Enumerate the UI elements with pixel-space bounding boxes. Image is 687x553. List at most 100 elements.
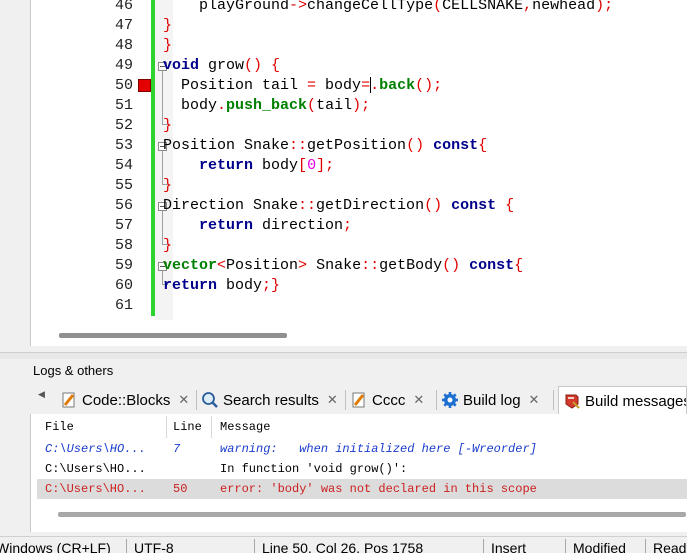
code-token: newhead bbox=[532, 0, 596, 14]
message-row-info[interactable]: C:\Users\HO... In function 'void grow()'… bbox=[37, 459, 687, 479]
message-file: C:\Users\HO... bbox=[45, 442, 146, 456]
code-token: . bbox=[370, 77, 380, 94]
page-edit-icon bbox=[60, 391, 78, 409]
code-number: 0 bbox=[307, 157, 317, 174]
line-number: 53 bbox=[114, 137, 133, 154]
line-number: 58 bbox=[114, 237, 133, 254]
editor-horizontal-scrollbar[interactable] bbox=[59, 333, 287, 338]
tab-scroll-left-icon[interactable]: ◀ bbox=[38, 389, 45, 400]
code-token: playGround bbox=[163, 0, 290, 14]
status-divider bbox=[126, 539, 127, 553]
message-row-warning[interactable]: C:\Users\HO... 7 warning: when initializ… bbox=[37, 439, 687, 459]
code-line-current: Position tail = body=.back(); bbox=[163, 76, 442, 96]
tab-codeblocks[interactable]: Code::Blocks ✕ bbox=[56, 386, 196, 414]
column-divider[interactable] bbox=[166, 416, 167, 438]
line-number: 57 bbox=[114, 217, 133, 234]
tab-build-messages[interactable]: Build messages bbox=[558, 386, 687, 415]
line-number: 47 bbox=[114, 17, 133, 34]
tab-label: Cccc bbox=[372, 391, 406, 409]
line-number: 56 bbox=[114, 197, 133, 214]
code-token: ( bbox=[433, 0, 443, 14]
editor-frame[interactable]: 46 47 48 49 50 51 52 53 54 55 56 57 58 5… bbox=[30, 0, 687, 346]
status-eol: Windows (CR+LF) bbox=[0, 540, 111, 553]
code-token: < bbox=[217, 257, 227, 274]
status-bar: Windows (CR+LF) UTF-8 Line 50, Col 26, P… bbox=[0, 536, 687, 553]
code-token: Snake bbox=[307, 257, 362, 274]
code-token: getBody bbox=[379, 257, 443, 274]
code-token: -> bbox=[289, 0, 308, 14]
status-modified: Modified bbox=[573, 540, 626, 553]
magnifier-icon bbox=[201, 391, 219, 409]
code-keyword: return bbox=[199, 217, 254, 234]
line-number: 46 bbox=[114, 0, 133, 14]
message-line: 50 bbox=[173, 482, 188, 496]
close-icon[interactable]: ✕ bbox=[327, 392, 338, 408]
gear-icon bbox=[441, 391, 459, 409]
code-token: grow bbox=[199, 57, 245, 74]
column-header-file[interactable]: File bbox=[45, 420, 74, 434]
code-token: ; bbox=[343, 217, 353, 234]
status-divider bbox=[254, 539, 255, 553]
message-row-error[interactable]: C:\Users\HO... 50 error: 'body' was not … bbox=[37, 479, 687, 499]
column-header-message[interactable]: Message bbox=[220, 420, 270, 434]
code-token: = bbox=[307, 77, 317, 94]
code-function: back bbox=[379, 77, 416, 94]
code-line: return body;} bbox=[163, 276, 280, 296]
column-header-line[interactable]: Line bbox=[173, 420, 202, 434]
code-text-area[interactable]: playGround->changeCellType(CELLSNAKE,new… bbox=[163, 0, 613, 306]
line-number-gutter[interactable]: 46 47 48 49 50 51 52 53 54 55 56 57 58 5… bbox=[31, 0, 143, 320]
error-marker-icon[interactable] bbox=[138, 79, 151, 92]
code-line: } bbox=[163, 37, 173, 54]
code-line: } bbox=[163, 117, 173, 134]
tab-search-results[interactable]: Search results ✕ bbox=[197, 386, 344, 414]
tab-cccc[interactable]: Cccc ✕ bbox=[346, 386, 436, 414]
code-line: return direction; bbox=[163, 216, 352, 236]
line-number: 59 bbox=[114, 257, 133, 274]
messages-horizontal-scrollbar[interactable] bbox=[58, 512, 686, 517]
tab-label: Code::Blocks bbox=[82, 391, 171, 409]
code-line: } bbox=[163, 177, 173, 194]
line-number: 49 bbox=[114, 57, 133, 74]
code-token: () { bbox=[244, 57, 281, 74]
code-token: getDirection bbox=[316, 197, 425, 214]
code-token: ( bbox=[307, 97, 317, 114]
close-icon[interactable]: ✕ bbox=[413, 392, 424, 408]
code-token: { bbox=[514, 257, 524, 274]
line-number: 48 bbox=[114, 37, 133, 54]
code-token: ]; bbox=[316, 157, 335, 174]
status-encoding: UTF-8 bbox=[134, 540, 174, 553]
line-number: 61 bbox=[114, 297, 133, 314]
message-file: C:\Users\HO... bbox=[45, 482, 146, 496]
code-token: = bbox=[361, 77, 371, 94]
code-line: Direction Snake::getDirection() const { bbox=[163, 196, 514, 216]
close-icon[interactable]: ✕ bbox=[529, 392, 540, 408]
code-token: tail bbox=[316, 97, 353, 114]
status-divider bbox=[565, 539, 566, 553]
column-divider[interactable] bbox=[211, 416, 212, 438]
code-token: ); bbox=[595, 0, 614, 14]
panel-splitter[interactable] bbox=[0, 352, 687, 359]
line-number: 60 bbox=[114, 277, 133, 294]
message-line: 7 bbox=[173, 442, 181, 456]
code-editor[interactable]: 46 47 48 49 50 51 52 53 54 55 56 57 58 5… bbox=[0, 0, 687, 352]
code-token: body bbox=[217, 277, 263, 294]
line-number: 52 bbox=[114, 117, 133, 134]
code-token: { bbox=[478, 137, 488, 154]
line-number: 55 bbox=[114, 177, 133, 194]
code-keyword: vector bbox=[163, 257, 218, 274]
close-icon[interactable]: ✕ bbox=[178, 392, 189, 408]
code-token: Position bbox=[226, 257, 299, 274]
code-keyword: return bbox=[199, 157, 254, 174]
tab-build-log[interactable]: Build log ✕ bbox=[437, 386, 553, 414]
code-token: . bbox=[217, 97, 227, 114]
code-token: :: bbox=[289, 137, 308, 154]
code-line: body.push_back(tail); bbox=[163, 96, 370, 116]
code-token: direction bbox=[253, 217, 344, 234]
message-text: In function 'void grow()': bbox=[220, 462, 408, 476]
code-line: Position Snake::getPosition() const{ bbox=[163, 136, 487, 156]
code-token: Direction Snake bbox=[163, 197, 299, 214]
code-token: ;} bbox=[262, 277, 281, 294]
code-token: body bbox=[316, 77, 362, 94]
code-token: getPosition bbox=[307, 137, 407, 154]
